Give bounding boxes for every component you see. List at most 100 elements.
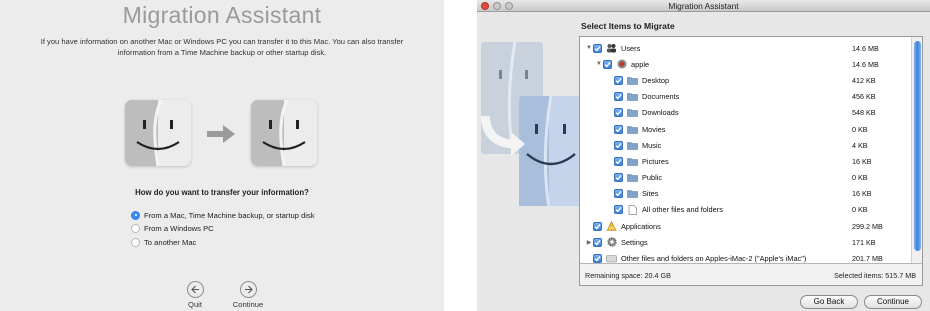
option-from-windows[interactable]: From a Windows PC (131, 222, 214, 234)
folder-icon (627, 189, 638, 199)
list-item-users[interactable]: ▼ Users 14.6 MB (580, 40, 912, 56)
checkbox-movies[interactable] (614, 124, 623, 134)
item-name: Pictures (642, 156, 669, 166)
folder-icon (627, 108, 638, 118)
item-size: 0 KB (852, 205, 868, 215)
list-item-music[interactable]: Music 4 KB (580, 137, 912, 153)
intro-description: If you have information on another Mac o… (40, 37, 404, 57)
checkbox-pictures[interactable] (614, 156, 623, 166)
folder-icon (627, 75, 638, 85)
go-back-button[interactable]: Go Back (800, 295, 858, 309)
item-name: Sites (642, 189, 659, 199)
checkbox-users[interactable] (593, 43, 602, 53)
item-name: Other files and folders on Apples-iMac-2… (621, 254, 807, 264)
forward-arrow-icon[interactable] (239, 281, 257, 298)
checkbox-applications[interactable] (593, 221, 602, 231)
migration-assistant-start-panel: Migration Assistant If you have informat… (0, 0, 444, 311)
remaining-space: Remaining space: 20.4 GB (585, 271, 671, 280)
list-footer: Remaining space: 20.4 GB Selected items:… (580, 263, 922, 285)
folder-icon (627, 124, 638, 134)
item-size: 16 KB (852, 156, 872, 166)
item-size: 16 KB (852, 189, 872, 199)
checkbox-music[interactable] (614, 140, 623, 150)
item-name: Downloads (642, 108, 679, 118)
gear-icon (606, 237, 617, 248)
item-name: Public (642, 173, 663, 183)
applications-icon (606, 221, 617, 231)
checkbox-other-files-on-imac[interactable] (593, 254, 602, 264)
item-size: 14.6 MB (852, 43, 879, 53)
item-size: 548 KB (852, 108, 876, 118)
checkbox-documents[interactable] (614, 92, 623, 102)
item-name: All other files and folders (642, 205, 723, 215)
checkbox-sites[interactable] (614, 189, 623, 199)
list-item-applications[interactable]: Applications 299.2 MB (580, 218, 912, 234)
destination-finder-icon (251, 100, 317, 166)
checkbox-all-other-files[interactable] (614, 205, 623, 215)
item-size: 4 KB (852, 140, 868, 150)
option-from-mac-label: From a Mac, Time Machine backup, or star… (144, 210, 315, 220)
checkbox-apple[interactable] (603, 59, 612, 69)
item-size: 14.6 MB (852, 59, 879, 69)
list-item-downloads[interactable]: Downloads 548 KB (580, 105, 912, 121)
item-size: 0 KB (852, 124, 868, 134)
folder-icon (627, 173, 638, 183)
item-name: Documents (642, 92, 680, 102)
item-size: 201.7 MB (852, 254, 883, 264)
checkbox-downloads[interactable] (614, 108, 623, 118)
folder-icon (627, 140, 638, 150)
list-item-all-other-files[interactable]: All other files and folders 0 KB (580, 202, 912, 218)
quit-label: Quit (188, 300, 202, 309)
user-icon (616, 59, 627, 69)
list-item-documents[interactable]: Documents 456 KB (580, 89, 912, 105)
item-name: Desktop (642, 75, 670, 85)
users-icon (606, 43, 617, 53)
continue-label: Continue (232, 300, 264, 309)
folder-icon (627, 156, 638, 166)
back-arrow-icon[interactable] (186, 281, 204, 298)
folder-icon (627, 92, 638, 102)
list-scrollbar[interactable] (911, 37, 922, 263)
option-from-windows-label: From a Windows PC (144, 223, 214, 233)
list-item-pictures[interactable]: Pictures 16 KB (580, 153, 912, 169)
document-icon (627, 205, 638, 215)
radio-from-windows[interactable] (131, 223, 140, 233)
checkbox-public[interactable] (614, 173, 623, 183)
list-item-movies[interactable]: Movies 0 KB (580, 121, 912, 137)
checkbox-desktop[interactable] (614, 75, 623, 85)
option-from-mac[interactable]: From a Mac, Time Machine backup, or star… (131, 209, 315, 221)
quit-button[interactable]: Quit (175, 281, 215, 309)
option-to-another-mac[interactable]: To another Mac (131, 236, 196, 248)
scrollbar-thumb[interactable] (914, 41, 921, 251)
list-item-apple[interactable]: ▼ apple 14.6 MB (580, 56, 912, 72)
continue-button[interactable]: Continue (228, 281, 268, 309)
list-item-desktop[interactable]: Desktop 412 KB (580, 72, 912, 88)
disclosure-closed-icon[interactable]: ▶ (585, 239, 593, 246)
item-name: Users (621, 43, 641, 53)
list-item-public[interactable]: Public 0 KB (580, 170, 912, 186)
radio-from-mac[interactable] (131, 210, 140, 220)
item-size: 412 KB (852, 75, 876, 85)
continue-button[interactable]: Continue (864, 295, 922, 309)
migration-finder-graphic-icon (480, 41, 579, 206)
transfer-arrow-icon (207, 125, 235, 143)
items-outline-list[interactable]: ▼ Users 14.6 MB ▼ apple 14.6 MB Desktop … (579, 36, 923, 286)
disclosure-open-icon[interactable]: ▼ (585, 45, 593, 51)
checkbox-settings[interactable] (593, 237, 602, 247)
source-finder-icon (125, 100, 191, 166)
item-name: Movies (642, 124, 666, 134)
disclosure-open-icon[interactable]: ▼ (595, 61, 603, 67)
option-to-another-mac-label: To another Mac (144, 237, 197, 247)
item-name: Settings (621, 237, 648, 247)
window-title: Migration Assistant (668, 1, 739, 11)
selected-items-size: Selected items: 515.7 MB (834, 271, 916, 280)
transfer-question: How do you want to transfer your informa… (135, 188, 309, 197)
item-size: 171 KB (852, 237, 876, 247)
radio-to-another-mac[interactable] (131, 237, 140, 247)
select-items-window: Migration Assistant Select Items to Migr… (477, 0, 930, 311)
list-item-sites[interactable]: Sites 16 KB (580, 186, 912, 202)
list-item-settings[interactable]: ▶ Settings 171 KB (580, 234, 912, 250)
select-items-heading: Select Items to Migrate (581, 21, 675, 31)
item-name: Music (642, 140, 662, 150)
items-rows: ▼ Users 14.6 MB ▼ apple 14.6 MB Desktop … (580, 40, 912, 267)
